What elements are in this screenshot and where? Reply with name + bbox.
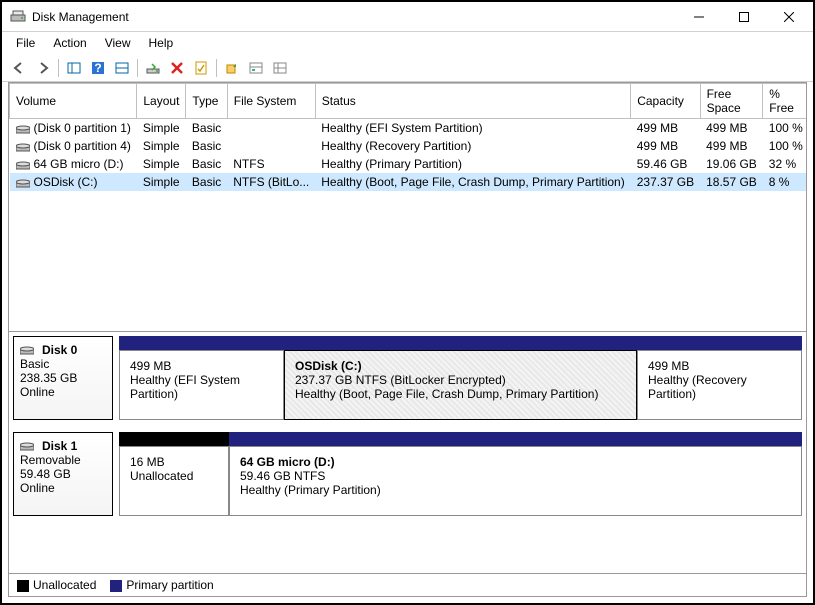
- menu-view[interactable]: View: [97, 34, 139, 52]
- menu-action[interactable]: Action: [45, 34, 94, 52]
- graphical-view-button[interactable]: [269, 57, 291, 79]
- list-view-button[interactable]: [245, 57, 267, 79]
- delete-button[interactable]: [166, 57, 188, 79]
- column-header[interactable]: Free Space: [700, 84, 763, 119]
- partition-stripe: [119, 432, 229, 446]
- window-controls: [676, 3, 811, 31]
- toolbar: ?: [2, 54, 813, 82]
- help-button[interactable]: ?: [87, 57, 109, 79]
- refresh-button[interactable]: [111, 57, 133, 79]
- partition-stripe: [119, 336, 284, 350]
- separator: [216, 59, 217, 77]
- column-header[interactable]: Type: [186, 84, 227, 119]
- volume-row[interactable]: 64 GB micro (D:)SimpleBasicNTFSHealthy (…: [10, 155, 807, 173]
- separator: [137, 59, 138, 77]
- app-icon: [10, 9, 26, 25]
- maximize-button[interactable]: [721, 3, 766, 31]
- volume-icon: [16, 142, 30, 152]
- disk-management-window: Disk Management File Action View Help ? …: [2, 2, 813, 603]
- legend-unallocated: Unallocated: [17, 578, 96, 592]
- legend-primary: Primary partition: [110, 578, 213, 592]
- disk-icon: [20, 441, 34, 451]
- legend: Unallocated Primary partition: [9, 573, 806, 596]
- graphical-view[interactable]: Disk 0Basic238.35 GBOnline499 MBHealthy …: [9, 331, 806, 573]
- volume-row[interactable]: (Disk 0 partition 4)SimpleBasicHealthy (…: [10, 137, 807, 155]
- volume-icon: [16, 178, 30, 188]
- column-header[interactable]: File System: [227, 84, 315, 119]
- column-header[interactable]: Layout: [137, 84, 186, 119]
- disk-info[interactable]: Disk 0Basic238.35 GBOnline: [13, 336, 113, 420]
- partition-box[interactable]: 499 MBHealthy (Recovery Partition): [637, 350, 802, 420]
- disk-row: Disk 1Removable59.48 GBOnline16 MBUnallo…: [13, 432, 802, 516]
- volume-icon: [16, 160, 30, 170]
- partition-box[interactable]: 64 GB micro (D:)59.46 GB NTFSHealthy (Pr…: [229, 446, 802, 516]
- volume-list[interactable]: VolumeLayoutTypeFile SystemStatusCapacit…: [9, 83, 806, 331]
- titlebar[interactable]: Disk Management: [2, 2, 813, 32]
- partition-stripe: [284, 336, 637, 350]
- back-button[interactable]: [8, 57, 30, 79]
- disk-row: Disk 0Basic238.35 GBOnline499 MBHealthy …: [13, 336, 802, 420]
- svg-text:?: ?: [94, 61, 101, 75]
- separator: [58, 59, 59, 77]
- partition-box[interactable]: 16 MBUnallocated: [119, 446, 229, 516]
- column-header[interactable]: Status: [315, 84, 630, 119]
- partition-stripe: [229, 432, 802, 446]
- window-title: Disk Management: [32, 10, 676, 24]
- menubar: File Action View Help: [2, 32, 813, 54]
- column-header[interactable]: Capacity: [631, 84, 700, 119]
- rescan-button[interactable]: [221, 57, 243, 79]
- properties-button[interactable]: [190, 57, 212, 79]
- close-button[interactable]: [766, 3, 811, 31]
- partition-stripe: [637, 336, 802, 350]
- volume-row[interactable]: (Disk 0 partition 1)SimpleBasicHealthy (…: [10, 119, 807, 138]
- disk-info[interactable]: Disk 1Removable59.48 GBOnline: [13, 432, 113, 516]
- column-header[interactable]: Volume: [10, 84, 137, 119]
- menu-help[interactable]: Help: [141, 34, 182, 52]
- disk-icon: [20, 345, 34, 355]
- partition-box[interactable]: 499 MBHealthy (EFI System Partition): [119, 350, 284, 420]
- show-hide-console-button[interactable]: [63, 57, 85, 79]
- minimize-button[interactable]: [676, 3, 721, 31]
- menu-file[interactable]: File: [8, 34, 43, 52]
- volume-row[interactable]: OSDisk (C:)SimpleBasicNTFS (BitLo...Heal…: [10, 173, 807, 191]
- forward-button[interactable]: [32, 57, 54, 79]
- volume-icon: [16, 124, 30, 134]
- column-header[interactable]: % Free: [763, 84, 806, 119]
- partition-box[interactable]: OSDisk (C:)237.37 GB NTFS (BitLocker Enc…: [284, 350, 637, 420]
- content-area: VolumeLayoutTypeFile SystemStatusCapacit…: [8, 82, 807, 597]
- settings-button[interactable]: [142, 57, 164, 79]
